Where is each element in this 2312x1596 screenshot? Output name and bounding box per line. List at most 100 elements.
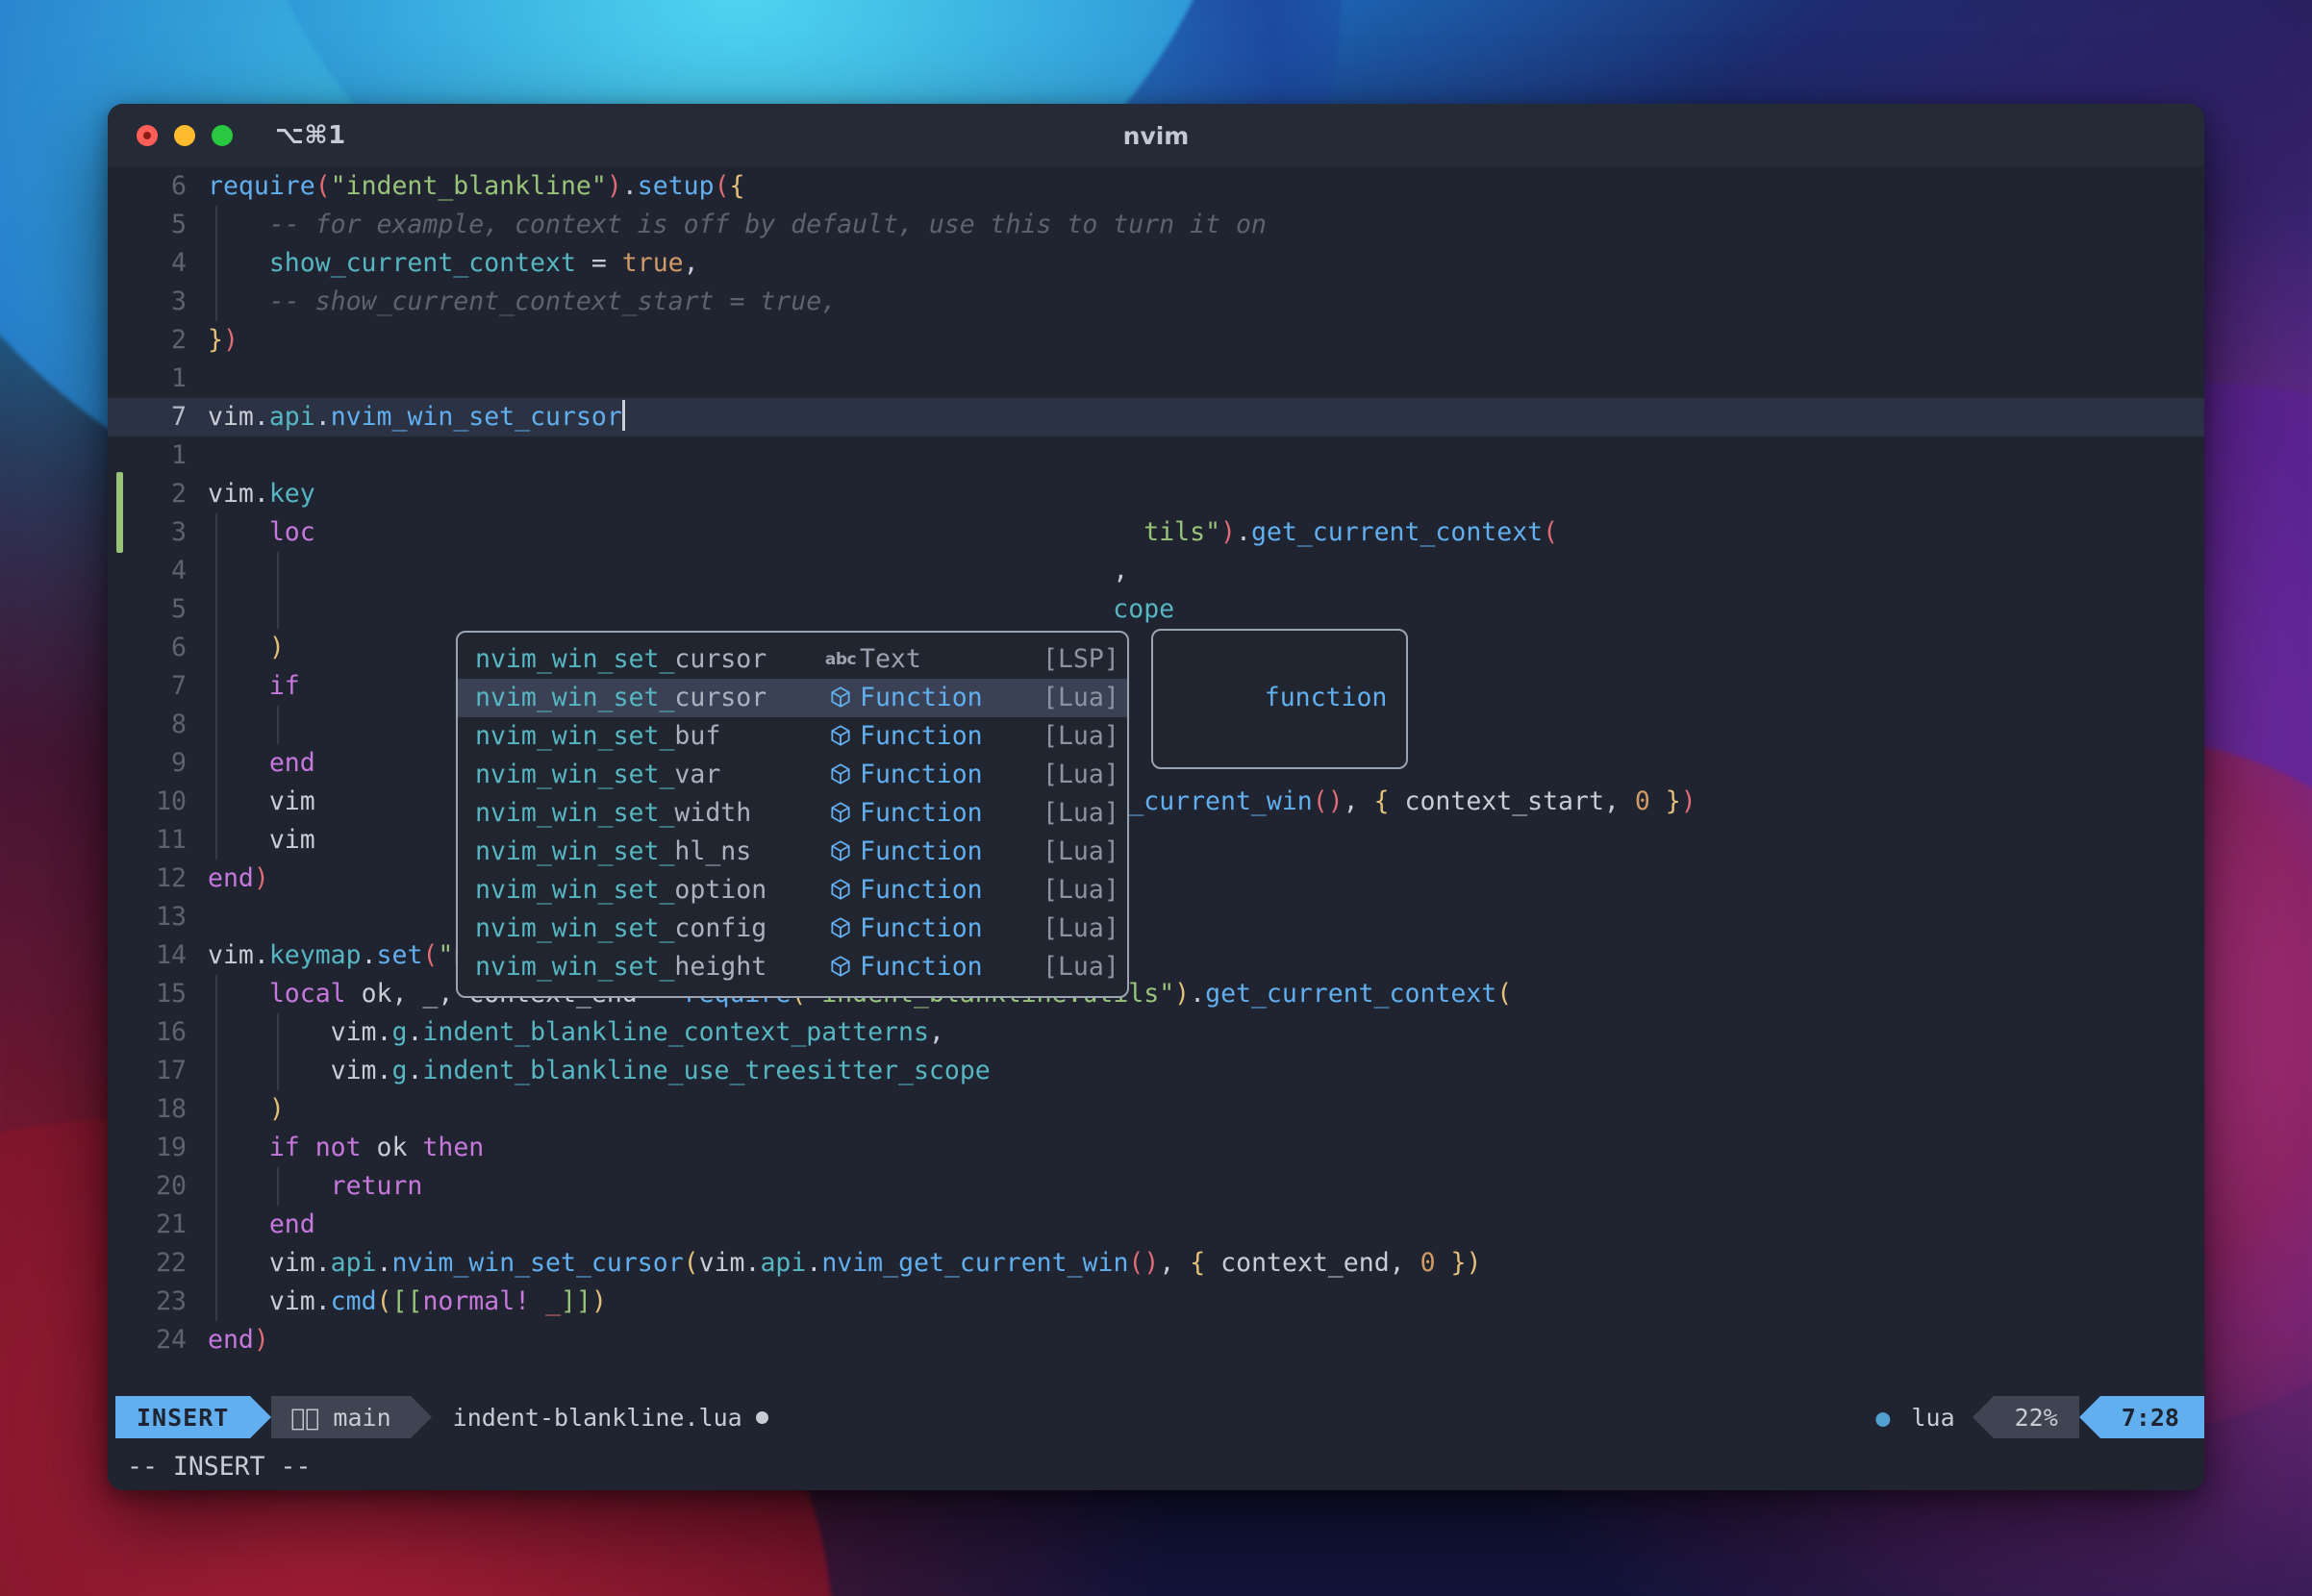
completion-item-label: nvim_win_set_cursor	[475, 679, 821, 717]
indent-guide	[215, 1090, 217, 1129]
cube-icon	[821, 794, 860, 833]
code-line[interactable]: 5 cope	[108, 590, 2204, 629]
line-number: 19	[108, 1129, 208, 1167]
completion-item[interactable]: nvim_win_set_cursorabcText[LSP]	[458, 640, 1127, 679]
completion-item-source: [Lua]	[1043, 833, 1119, 871]
code-line[interactable]: 2vim.key	[108, 475, 2204, 513]
modified-indicator	[756, 1411, 768, 1424]
code-line[interactable]: 6require("indent_blankline").setup({	[108, 167, 2204, 206]
indent-guide	[215, 206, 217, 244]
indent-guide	[215, 1052, 217, 1090]
code-line[interactable]: 1	[108, 360, 2204, 398]
completion-item[interactable]: nvim_win_set_hl_nsFunction[Lua]	[458, 833, 1127, 871]
completion-item[interactable]: nvim_win_set_heightFunction[Lua]	[458, 948, 1127, 986]
line-content: vim.api.nvim_win_set_cursor	[208, 398, 2204, 436]
editor-area[interactable]: 6require("indent_blankline").setup({5 --…	[108, 167, 2204, 1392]
documentation-text: function	[1265, 683, 1388, 712]
completion-item-kind: Function	[860, 871, 1043, 910]
status-filename: indent-blankline.lua	[432, 1396, 790, 1438]
pct-arrow-left	[1973, 1396, 1994, 1438]
cube-icon	[821, 679, 860, 717]
code-line[interactable]: 20 return	[108, 1167, 2204, 1206]
code-line[interactable]: 10 vim t_current_win(), { context_start,…	[108, 783, 2204, 821]
code-line[interactable]: 13	[108, 898, 2204, 936]
indent-guide	[215, 744, 217, 783]
abc-icon: abc	[821, 640, 860, 679]
indent-guide	[215, 552, 217, 590]
line-number: 6	[108, 167, 208, 206]
completion-item-label: nvim_win_set_width	[475, 794, 821, 833]
code-line[interactable]: 21 end	[108, 1206, 2204, 1244]
indent-guide	[215, 1244, 217, 1283]
indent-guide	[215, 1167, 217, 1206]
minimize-button[interactable]	[174, 125, 195, 146]
line-content: ,	[208, 552, 2204, 590]
title-bar: ⌥⌘1 nvim	[108, 104, 2204, 167]
indent-guide	[277, 552, 279, 590]
completion-popup[interactable]: nvim_win_set_cursorabcText[LSP]nvim_win_…	[456, 631, 1129, 998]
completion-item-label: nvim_win_set_buf	[475, 717, 821, 756]
completion-item-label: nvim_win_set_height	[475, 948, 821, 986]
code-line[interactable]: 14vim.keymap.set("n", "]c", function()	[108, 936, 2204, 975]
code-line[interactable]: 3 loc tils").get_current_context(	[108, 513, 2204, 552]
completion-item-source: [Lua]	[1043, 679, 1119, 717]
status-location: 7:28	[2100, 1396, 2204, 1438]
indent-guide	[215, 283, 217, 321]
line-number: 24	[108, 1321, 208, 1359]
completion-item-label: nvim_win_set_config	[475, 910, 821, 948]
line-number: 12	[108, 860, 208, 898]
code-line[interactable]: 3 -- show_current_context_start = true,	[108, 283, 2204, 321]
code-line[interactable]: 4 show_current_context = true,	[108, 244, 2204, 283]
code-line[interactable]: 4 ,	[108, 552, 2204, 590]
code-line[interactable]: 18 )	[108, 1090, 2204, 1129]
line-number: 5	[108, 590, 208, 629]
code-line[interactable]: 24end)	[108, 1321, 2204, 1359]
completion-item[interactable]: nvim_win_set_configFunction[Lua]	[458, 910, 1127, 948]
indent-guide	[215, 590, 217, 629]
line-number: 8	[108, 706, 208, 744]
completion-item[interactable]: nvim_win_set_optionFunction[Lua]	[458, 871, 1127, 910]
zoom-button[interactable]	[212, 125, 233, 146]
mode-arrow	[250, 1396, 271, 1438]
code-line[interactable]: 23 vim.cmd([[normal! _]])	[108, 1283, 2204, 1321]
completion-item-kind: Function	[860, 948, 1043, 986]
completion-item-kind: Text	[860, 640, 1043, 679]
completion-item[interactable]: nvim_win_set_bufFunction[Lua]	[458, 717, 1127, 756]
code-line[interactable]: 11 vim	[108, 821, 2204, 860]
status-branch[interactable]: ⎇ main	[271, 1396, 410, 1438]
line-content: vim.g.indent_blankline_use_treesitter_sc…	[208, 1052, 2204, 1090]
code-line[interactable]: 2})	[108, 321, 2204, 360]
line-content: -- show_current_context_start = true,	[208, 283, 2204, 321]
line-content: end)	[208, 1321, 2204, 1359]
line-number: 2	[108, 475, 208, 513]
line-number: 4	[108, 552, 208, 590]
code-line[interactable]: 17 vim.g.indent_blankline_use_treesitter…	[108, 1052, 2204, 1090]
completion-item-kind: Function	[860, 833, 1043, 871]
close-button[interactable]	[137, 125, 158, 146]
completion-item-label: nvim_win_set_cursor	[475, 640, 821, 679]
completion-item-label: nvim_win_set_var	[475, 756, 821, 794]
code-line[interactable]: 7vim.api.nvim_win_set_cursor	[108, 398, 2204, 436]
completion-item[interactable]: nvim_win_set_cursorFunction[Lua]	[458, 679, 1127, 717]
completion-item[interactable]: nvim_win_set_widthFunction[Lua]	[458, 794, 1127, 833]
line-content: vim.api.nvim_win_set_cursor(vim.api.nvim…	[208, 1244, 2204, 1283]
code-line[interactable]: 19 if not ok then	[108, 1129, 2204, 1167]
line-content: vim.cmd([[normal! _]])	[208, 1283, 2204, 1321]
terminal-window: ⌥⌘1 nvim 6require("indent_blankline").se…	[108, 104, 2204, 1490]
indent-guide	[215, 706, 217, 744]
code-line[interactable]: 16 vim.g.indent_blankline_context_patter…	[108, 1013, 2204, 1052]
line-content: require("indent_blankline").setup({	[208, 167, 2204, 206]
indent-guide	[215, 975, 217, 1013]
code-line[interactable]: 22 vim.api.nvim_win_set_cursor(vim.api.n…	[108, 1244, 2204, 1283]
line-number: 22	[108, 1244, 208, 1283]
completion-item[interactable]: nvim_win_set_varFunction[Lua]	[458, 756, 1127, 794]
line-content: vim.g.indent_blankline_context_patterns,	[208, 1013, 2204, 1052]
branch-arrow	[411, 1396, 432, 1438]
status-line: INSERT ⎇ main indent-blankline.lua ● lu…	[108, 1392, 2204, 1442]
line-number: 1	[108, 360, 208, 398]
line-number: 9	[108, 744, 208, 783]
code-line[interactable]: 1	[108, 436, 2204, 475]
code-line[interactable]: 15 local ok, _, context_end = require("i…	[108, 975, 2204, 1013]
code-line[interactable]: 12end)	[108, 860, 2204, 898]
code-line[interactable]: 5 -- for example, context is off by defa…	[108, 206, 2204, 244]
